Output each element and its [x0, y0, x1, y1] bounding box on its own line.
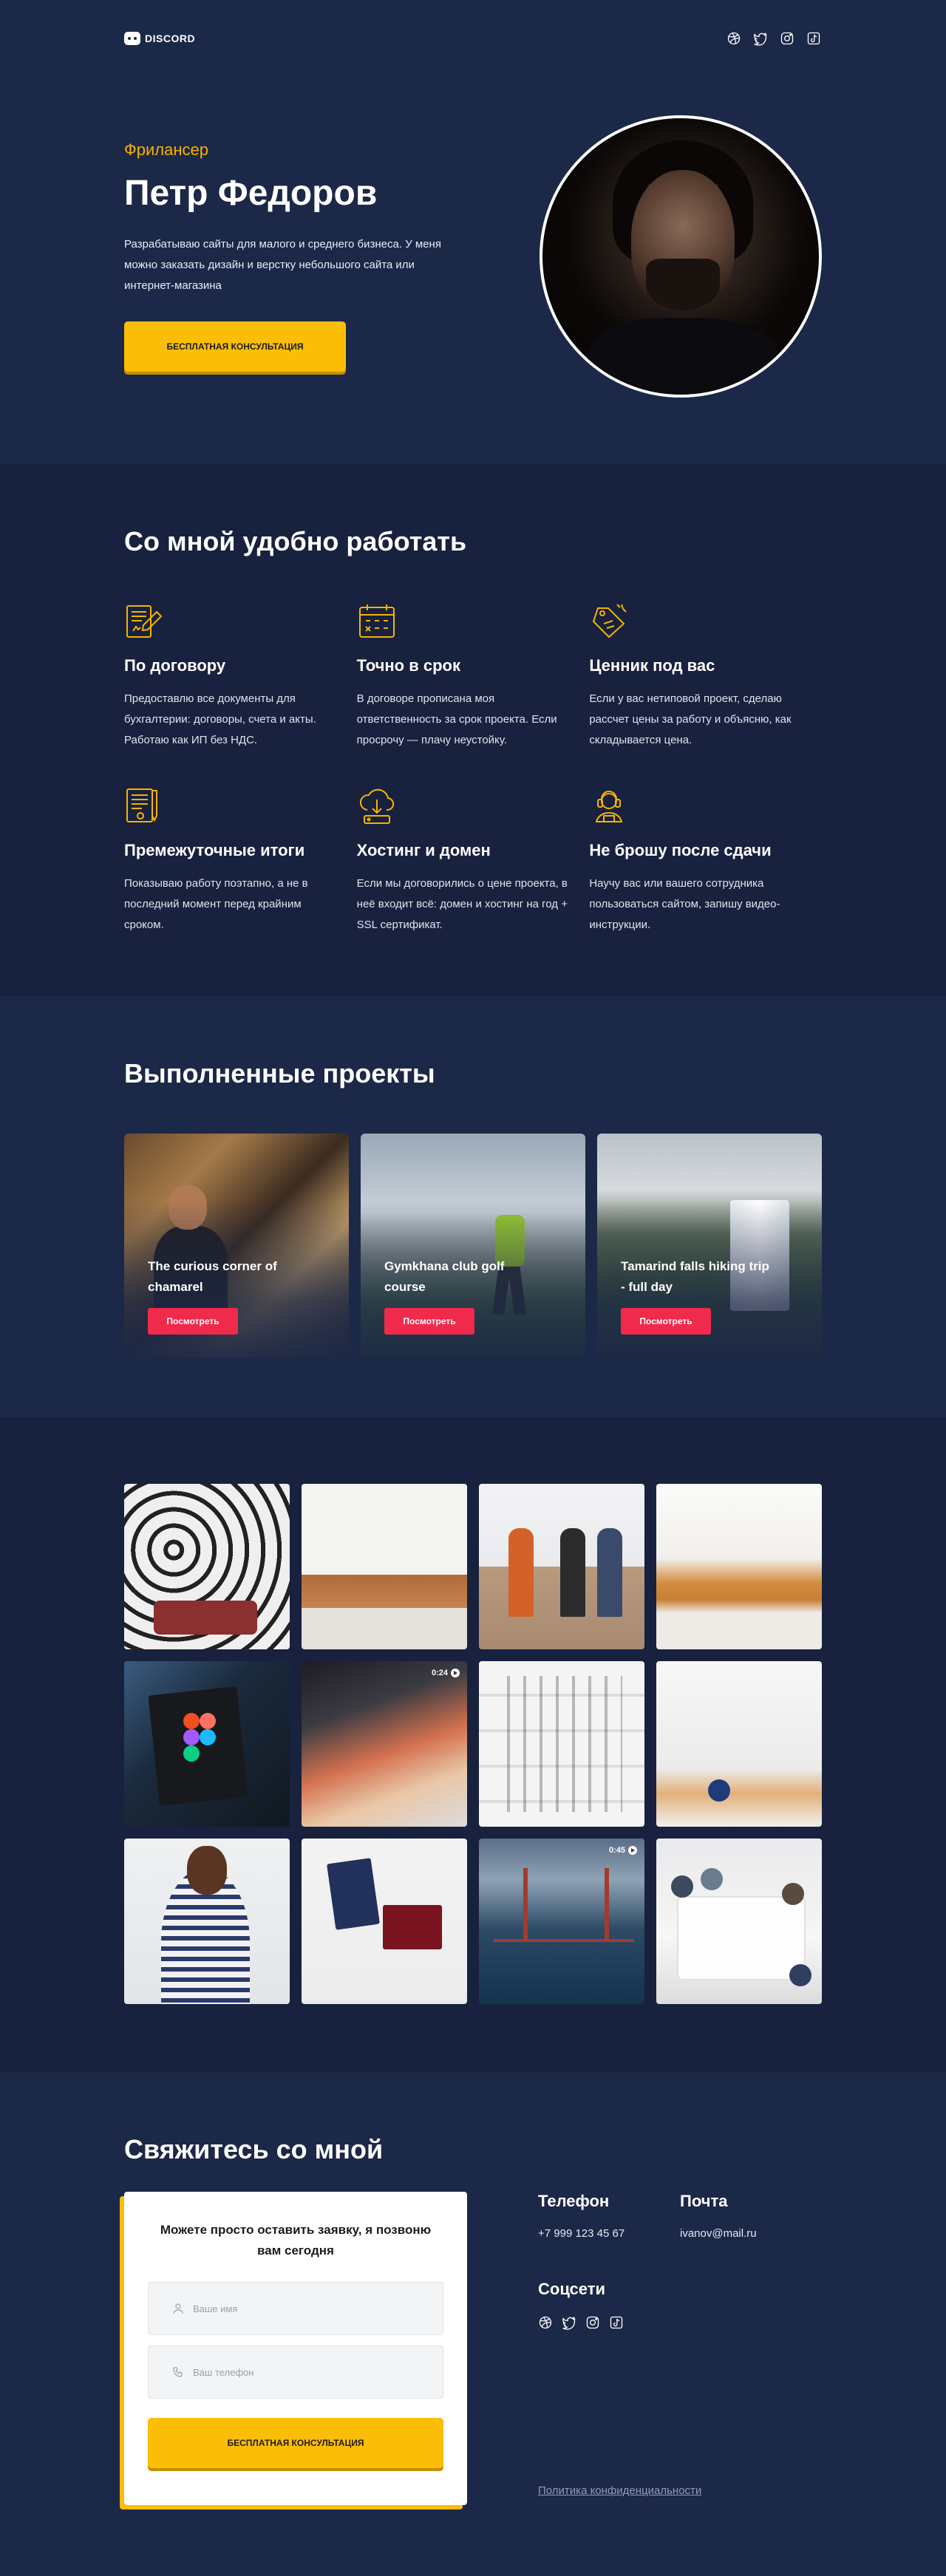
twitter-icon[interactable]: [562, 2315, 576, 2330]
project-card[interactable]: The curious corner of chamarel Посмотрет…: [124, 1134, 349, 1358]
discord-logo-icon: [124, 32, 140, 45]
gallery-image[interactable]: [656, 1839, 822, 2004]
footer-socials: [538, 2315, 822, 2330]
feature-item: По договору Предоставлю все документы дл…: [124, 602, 357, 751]
feature-text: Предоставлю все документы для бухгалтери…: [124, 692, 316, 746]
features-section: Со мной удобно работать По договору Пред…: [0, 464, 946, 996]
contact-form: Можете просто оставить заявку, я позвоню…: [124, 2192, 467, 2505]
feature-text: В договоре прописана моя ответственность…: [356, 692, 557, 746]
feature-text: Научу вас или вашего сотрудника пользова…: [589, 877, 780, 931]
view-project-button[interactable]: Посмотреть: [621, 1308, 711, 1335]
gallery-image[interactable]: [124, 1839, 290, 2004]
support-icon: [589, 786, 629, 826]
name-placeholder: Ваше имя: [193, 2303, 238, 2314]
feature-title: По договору: [124, 656, 226, 675]
feature-item: Хостинг и домен Если мы договорились о ц…: [357, 786, 590, 936]
gallery-section: 0:24 0:45: [0, 1417, 946, 2072]
feature-item: Не брошу после сдачи Научу вас или вашег…: [589, 786, 822, 936]
top-bar: DISCORD: [124, 0, 822, 77]
price-tag-icon: [589, 602, 629, 641]
features-title: Со мной удобно работать: [124, 526, 467, 556]
instagram-icon[interactable]: [585, 2315, 600, 2330]
contact-section: Свяжитесь со мной Можете просто оставить…: [0, 2072, 946, 2576]
dribbble-icon[interactable]: [726, 30, 742, 47]
feature-item: Точно в срок В договоре прописана моя от…: [357, 602, 590, 751]
projects-title: Выполненные проекты: [124, 1058, 435, 1088]
avatar: [540, 115, 822, 398]
feature-title: Премежуточные итоги: [124, 841, 305, 859]
projects-section: Выполненные проекты The curious corner o…: [0, 996, 946, 1417]
gallery-image[interactable]: [124, 1484, 290, 1649]
feature-title: Точно в срок: [356, 656, 460, 675]
cloud-hosting-icon: [357, 786, 397, 826]
free-consultation-button[interactable]: Бесплатная консультация: [124, 321, 346, 372]
feature-text: Если у вас нетиповой проект, сделаю расс…: [589, 692, 792, 746]
phone-value[interactable]: +7 999 123 45 67: [538, 2227, 680, 2240]
gallery-image[interactable]: [124, 1661, 290, 1827]
tiktok-icon[interactable]: [806, 30, 822, 47]
play-icon: [628, 1846, 637, 1855]
gallery-image[interactable]: [656, 1661, 822, 1827]
project-title: Gymkhana club golf course: [384, 1259, 505, 1294]
gallery-video[interactable]: 0:45: [479, 1839, 644, 2004]
user-icon: [173, 2303, 183, 2314]
header-socials: [726, 30, 822, 47]
phone-placeholder: Ваш телефон: [193, 2366, 254, 2378]
feature-text: Показываю работу поэтапно, а не в послед…: [124, 877, 308, 931]
submit-consultation-button[interactable]: Бесплатная консультация: [148, 2418, 443, 2468]
phone-field[interactable]: Ваш телефон: [148, 2345, 443, 2399]
phone-icon: [173, 2367, 183, 2377]
feature-title: Хостинг и домен: [356, 841, 491, 859]
gallery-image[interactable]: [479, 1484, 644, 1649]
feature-text: Если мы договорились о цене проекта, в н…: [356, 877, 568, 931]
contact-title: Свяжитесь со мной: [124, 2134, 384, 2164]
twitter-icon[interactable]: [752, 30, 769, 47]
document-pen-icon: [124, 786, 164, 826]
gallery-video[interactable]: 0:24: [302, 1661, 467, 1827]
contact-info: Телефон +7 999 123 45 67 Почта ivanov@ma…: [538, 2192, 822, 2330]
video-duration-badge: 0:24: [432, 1669, 460, 1677]
project-card[interactable]: Tamarind falls hiking trip - full day По…: [597, 1134, 822, 1358]
tiktok-icon[interactable]: [609, 2315, 624, 2330]
project-title: The curious corner of chamarel: [148, 1259, 277, 1294]
project-card[interactable]: Gymkhana club golf course Посмотреть: [361, 1134, 585, 1358]
feature-item: Премежуточные итоги Показываю работу поэ…: [124, 786, 357, 936]
name-field[interactable]: Ваше имя: [148, 2282, 443, 2335]
logo[interactable]: DISCORD: [124, 32, 195, 45]
phone-label: Телефон: [538, 2192, 610, 2210]
gallery-image[interactable]: [302, 1839, 467, 2004]
logo-text: DISCORD: [145, 33, 196, 44]
view-project-button[interactable]: Посмотреть: [384, 1308, 474, 1335]
gallery-image[interactable]: [479, 1661, 644, 1827]
hero-description: Разрабатываю сайты для малого и среднего…: [124, 238, 441, 292]
hero-section: DISCORD Фрилансер Петр Федоров Разрабаты…: [0, 0, 946, 464]
contract-icon: [124, 602, 164, 641]
view-project-button[interactable]: Посмотреть: [148, 1308, 238, 1335]
mail-value[interactable]: ivanov@mail.ru: [680, 2227, 822, 2240]
video-duration-badge: 0:45: [609, 1846, 637, 1855]
project-title: Tamarind falls hiking trip - full day: [621, 1259, 769, 1294]
dribbble-icon[interactable]: [538, 2315, 553, 2330]
hero-content: Фрилансер Петр Федоров Разрабатываю сайт…: [124, 140, 464, 372]
play-icon: [451, 1669, 460, 1677]
instagram-icon[interactable]: [779, 30, 795, 47]
socials-label: Соцсети: [538, 2280, 606, 2298]
feature-title: Ценник под вас: [589, 656, 715, 675]
hero-subtitle: Фрилансер: [124, 140, 208, 159]
feature-item: Ценник под вас Если у вас нетиповой прое…: [589, 602, 822, 751]
calendar-icon: [357, 602, 397, 641]
form-title: Можете просто оставить заявку, я позвоню…: [160, 2223, 432, 2258]
feature-title: Не брошу после сдачи: [589, 841, 772, 859]
gallery-image[interactable]: [302, 1484, 467, 1649]
mail-label: Почта: [680, 2192, 728, 2210]
gallery-image[interactable]: [656, 1484, 822, 1649]
privacy-policy-link[interactable]: Политика конфиденциальности: [538, 2484, 701, 2497]
hero-name: Петр Федоров: [124, 174, 378, 213]
